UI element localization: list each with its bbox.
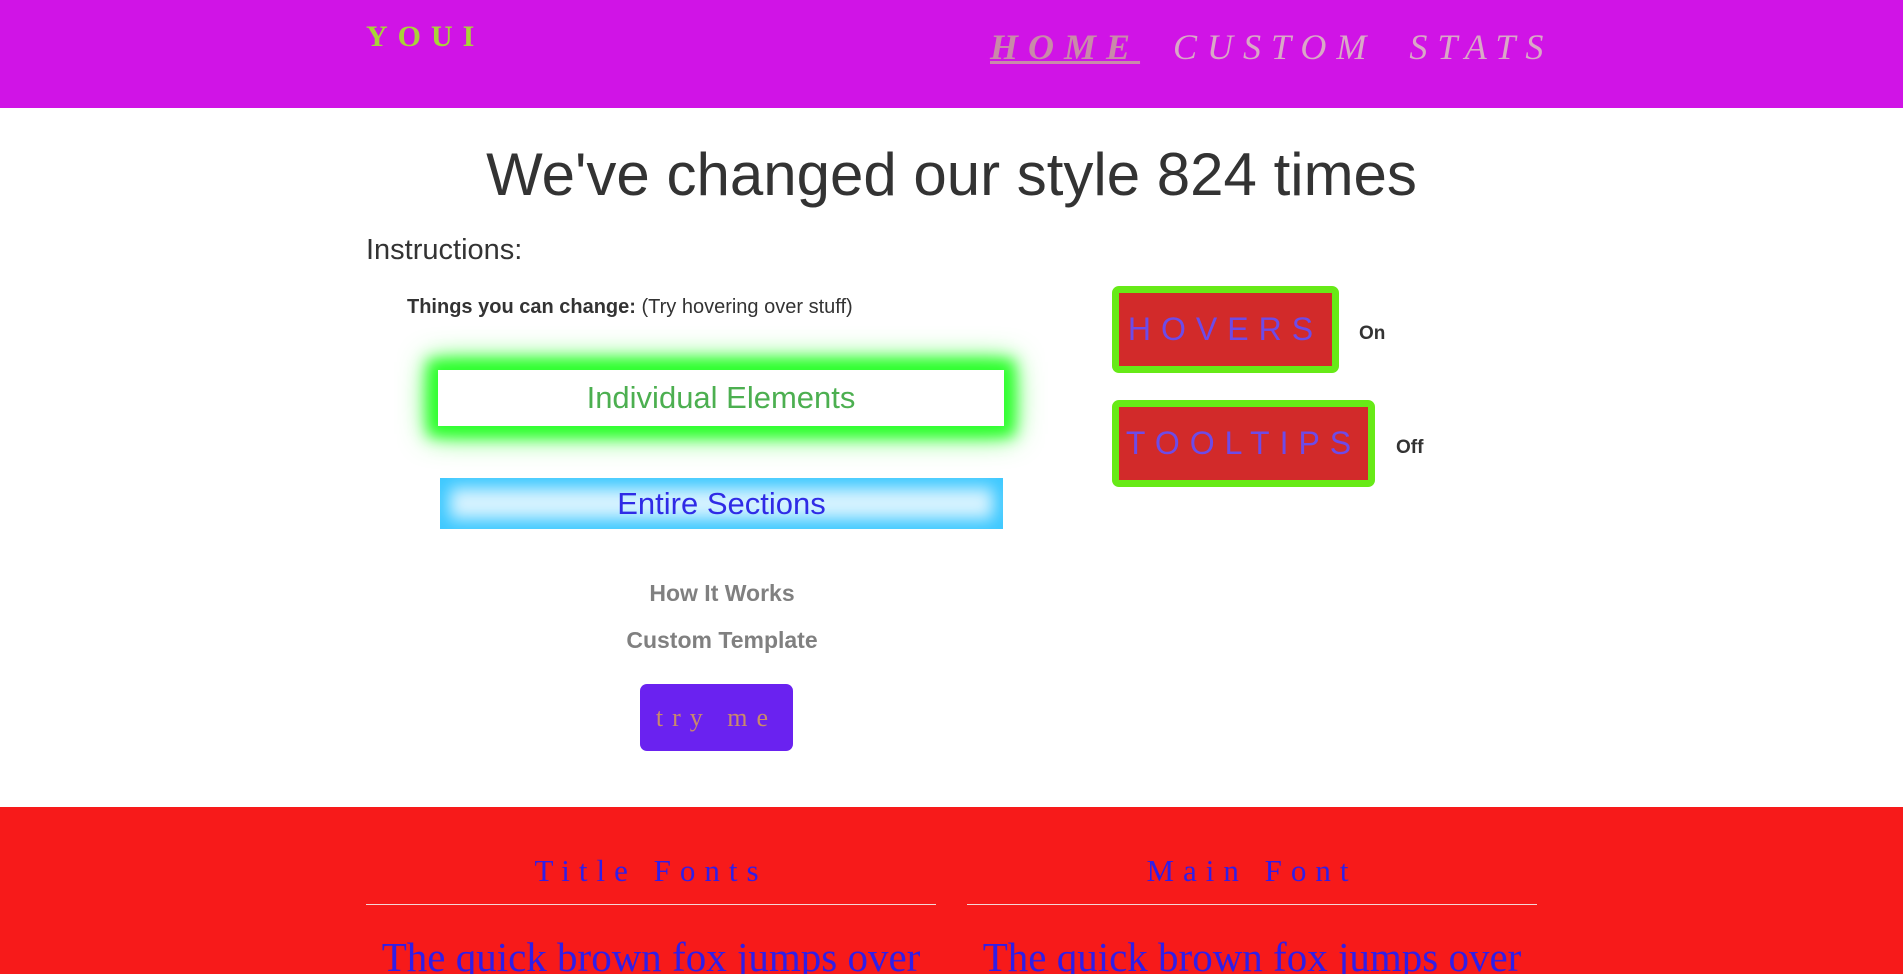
how-it-works-link[interactable]: How It Works — [0, 580, 1444, 607]
individual-elements-button[interactable]: Individual Elements — [438, 370, 1004, 426]
font-section: Title Fonts The quick brown fox jumps ov… — [0, 807, 1903, 974]
nav-link-home[interactable]: HOME — [990, 26, 1140, 68]
title-fonts-sample[interactable]: The quick brown fox jumps over — [366, 933, 936, 974]
site-logo[interactable]: YOUI — [366, 20, 484, 54]
hovers-toggle-button[interactable]: HOVERS — [1112, 286, 1339, 373]
custom-template-link[interactable]: Custom Template — [0, 627, 1444, 654]
main-font-heading: Main Font — [1146, 853, 1358, 888]
title-fonts-divider — [366, 904, 936, 905]
tooltips-state-label: Off — [1396, 437, 1424, 458]
main-font-column: Main Font The quick brown fox jumps over — [967, 807, 1537, 974]
tooltips-toggle-button[interactable]: TOOLTIPS — [1112, 400, 1375, 487]
main-font-divider — [967, 904, 1537, 905]
top-navbar: YOUI HOME CUSTOM STATS — [0, 0, 1903, 108]
title-fonts-heading: Title Fonts — [534, 853, 768, 888]
try-me-button[interactable]: try me — [640, 684, 793, 751]
things-you-can-change-text: Things you can change: (Try hovering ove… — [407, 296, 853, 319]
nav-links: HOME CUSTOM STATS — [990, 26, 1553, 68]
page-title: We've changed our style 824 times — [486, 141, 1417, 208]
nav-link-stats[interactable]: STATS — [1409, 26, 1553, 68]
entire-sections-button[interactable]: Entire Sections — [440, 478, 1003, 529]
change-hint: (Try hovering over stuff) — [635, 296, 853, 318]
nav-link-custom[interactable]: CUSTOM — [1173, 26, 1376, 68]
hovers-state-label: On — [1359, 323, 1386, 344]
title-fonts-column: Title Fonts The quick brown fox jumps ov… — [366, 807, 936, 974]
instructions-heading: Instructions: — [366, 234, 523, 266]
change-label: Things you can change: — [407, 296, 636, 318]
main-font-sample[interactable]: The quick brown fox jumps over — [967, 933, 1537, 974]
